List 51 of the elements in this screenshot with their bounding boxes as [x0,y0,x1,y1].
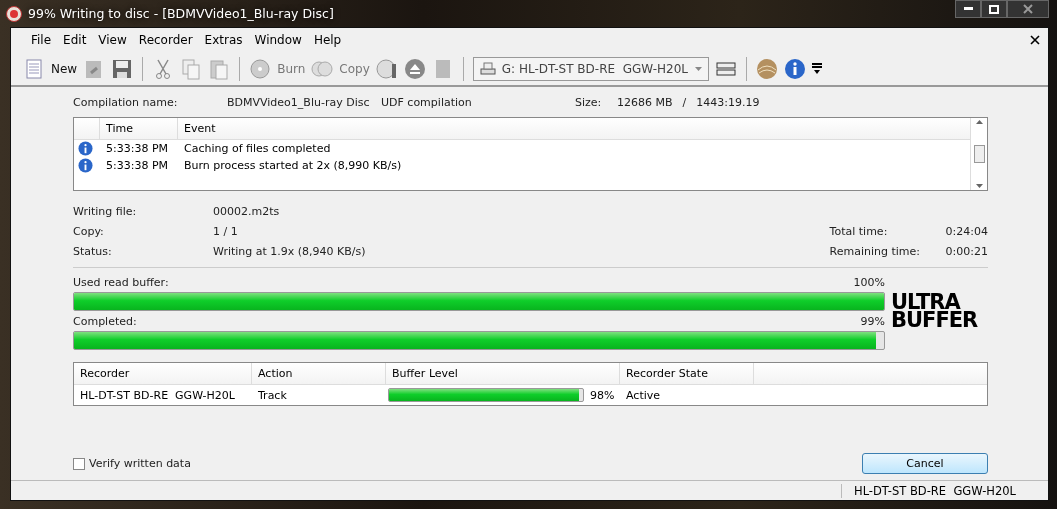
window-title: 99% Writing to disc - [BDMVVideo1_Blu-ray Disc] [28,6,334,21]
compilation-label: Compilation name: [73,95,179,109]
menu-item[interactable]: File [25,33,58,47]
column-header[interactable]: Time [100,118,178,139]
size-value: 12686 MB [617,95,673,109]
column-header[interactable]: Buffer Level [386,363,620,384]
menu-item[interactable]: Window [248,33,308,47]
table-cell-text: HL-DT-ST BD-RE GGW-H20L [79,387,236,404]
info-label: Copy: [73,224,105,238]
menu-item[interactable]: Help [307,33,348,47]
size-label: Size: [575,95,603,109]
recorder-dropdown[interactable]: G: HL-DT-ST BD-RE GGW-H20L [472,56,709,81]
menu-item[interactable]: Edit [57,33,93,47]
status-recorder: HL-DT-ST BD-RE GGW-H20L [841,483,1048,498]
event-time: 5:33:38 PM [105,159,170,172]
copy-label[interactable]: Copy [339,61,370,76]
menu-item[interactable]: View [92,33,133,47]
cancel-button[interactable]: Cancel [862,453,988,474]
size-separator: / [682,95,687,109]
table-cell-text: Active [625,387,662,404]
progress-label: Used read buffer: [73,275,169,289]
burn-label[interactable]: Burn [277,61,306,76]
event-time: 5:33:38 PM [105,142,170,155]
info-value: 0:00:21 [945,244,988,258]
info-value: 0:24:04 [945,224,988,238]
progress-percent: 100% [853,275,885,289]
info-label: Total time: [829,224,889,238]
menu-item[interactable]: Recorder [132,33,199,47]
table-cell-text: Track [257,387,288,404]
progress-percent: 99% [860,314,885,328]
verify-label[interactable]: Verify written data [89,457,191,470]
info-label: Writing file: [73,204,138,218]
logo: ULTRA BUFFER [891,293,978,329]
progress-label: Completed: [73,314,137,328]
column-header[interactable]: Recorder [74,363,252,384]
duration-value: 1443:19.19 [696,95,760,109]
column-header[interactable]: Event [178,118,970,139]
menu-item[interactable]: Extras [198,33,249,47]
column-header[interactable]: Recorder State [620,363,754,384]
buffer-percent: 98% [590,388,615,402]
info-value: Writing at 1.9x (8,940 KB/s) [213,244,366,258]
info-label: Status: [73,244,113,258]
event-text: Burn process started at 2x (8,990 KB/s) [183,159,403,172]
info-label: Remaining time: [829,244,922,258]
new-label[interactable]: New [51,61,78,76]
column-header[interactable]: Action [252,363,386,384]
info-value: 00002.m2ts [213,204,280,218]
compilation-type: UDF compilation [381,95,473,109]
info-value: 1 / 1 [213,224,238,238]
event-text: Caching of files completed [183,142,332,155]
compilation-name: BDMVVideo1_Blu-ray Disc [227,95,371,109]
